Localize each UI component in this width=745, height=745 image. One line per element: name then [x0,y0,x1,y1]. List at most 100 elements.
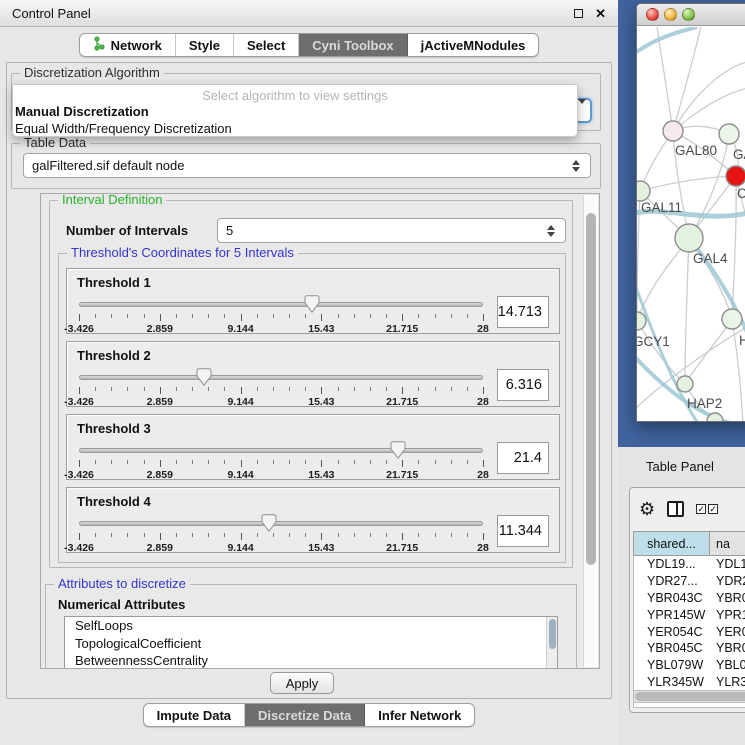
list-scrollbar[interactable] [546,617,557,669]
table-row[interactable]: YDR27...YDR2 [634,573,745,590]
network-node-label: GCY1 [637,334,670,349]
network-node[interactable] [663,121,683,141]
slider-tick-labels: -3.4262.8599.14415.4321.71528 [79,469,483,481]
table-cell[interactable]: YER0 [710,625,745,639]
tab-style[interactable]: Style [176,34,234,56]
table-cell[interactable]: YBR045C [634,641,710,655]
slider-thumb[interactable] [261,514,276,532]
network-node[interactable] [722,309,742,329]
table-cell[interactable]: YBR0 [710,641,745,655]
algorithm-dropdown-popup: Select algorithm to view settings Manual… [12,84,578,137]
dropdown-hint: Select algorithm to view settings [13,85,577,103]
combo-stepper-icon [547,225,557,237]
network-node[interactable] [637,181,650,201]
table-cell[interactable]: YLR345W [634,675,710,689]
table-cell[interactable]: YDL19... [634,557,710,571]
table-cell[interactable]: YBR043C [634,591,710,605]
network-graph[interactable]: GAL80GACGAL11GAL4GCY1HHAP2 [637,27,745,421]
checkbox-icon[interactable]: ✓ [696,504,706,514]
bottom-tab-infer-network[interactable]: Infer Network [365,704,474,726]
zoom-traffic-light[interactable] [682,8,695,21]
columns-icon[interactable] [667,501,684,517]
tab-cyni-toolbox[interactable]: Cyni Toolbox [299,34,407,56]
table-cell[interactable]: YDL1 [710,557,745,571]
dropdown-option-manual[interactable]: Manual Discretization [13,103,577,120]
threshold-2-slider[interactable]: -3.4262.8599.14415.4321.71528 [79,370,483,406]
tab-select[interactable]: Select [234,34,299,56]
threshold-2-panel: Threshold 2 -3.4262.8599.14415.4321.7152… [66,341,560,407]
table-panel: Table Panel ⚙ ✓ ✓ shared...na YDL19...YD… [618,447,745,745]
dropdown-option-equal-width[interactable]: Equal Width/Frequency Discretization [13,120,577,137]
table-data-combobox[interactable]: galFiltered.sif default node [23,153,591,178]
bottom-tab-impute-data[interactable]: Impute Data [144,704,245,726]
tab-network[interactable]: Network [80,34,176,56]
attribute-item-betweennesscentrality[interactable]: BetweennessCentrality [65,652,557,669]
threshold-4-label: Threshold 4 [77,494,151,509]
attribute-item-selfloops[interactable]: SelfLoops [65,617,557,635]
table-cell[interactable]: YBR0 [710,591,745,605]
panel-scrollbar[interactable] [583,195,598,667]
table-row[interactable]: YPR145WYPR1 [634,606,745,623]
column-header-1[interactable]: shared... [633,531,709,556]
gear-icon[interactable]: ⚙ [639,500,655,518]
combo-stepper-icon [572,160,582,172]
threshold-3-slider[interactable]: -3.4262.8599.14415.4321.71528 [79,443,483,479]
slider-track[interactable] [79,448,483,453]
numerical-attributes-list[interactable]: SelfLoopsTopologicalCoefficientBetweenne… [64,616,558,669]
close-traffic-light[interactable] [646,8,659,21]
attribute-item-topologicalcoefficient[interactable]: TopologicalCoefficient [65,635,557,653]
num-intervals-label: Number of Intervals [66,223,188,238]
threshold-1-slider[interactable]: -3.4262.8599.14415.4321.71528 [79,297,483,333]
table-row[interactable]: YBR043CYBR0 [634,590,745,607]
select-columns-icons[interactable]: ✓ ✓ [696,504,718,514]
threshold-4-value-field[interactable]: 11.344 [497,515,549,547]
slider-thumb[interactable] [197,368,212,386]
minimize-traffic-light[interactable] [664,8,677,21]
table-cell[interactable]: YPR145W [634,608,710,622]
network-window[interactable]: GAL80GACGAL11GAL4GCY1HHAP2 [636,3,745,422]
slider-thumb[interactable] [305,295,320,313]
network-canvas[interactable]: GAL80GACGAL11GAL4GCY1HHAP2 [637,27,745,421]
threshold-1-value-field[interactable]: 14.713 [497,296,549,328]
column-header-2[interactable]: na [709,531,745,556]
network-node[interactable] [677,376,693,392]
slider-track[interactable] [79,521,483,526]
close-icon[interactable]: ✕ [595,7,606,20]
threshold-4-slider[interactable]: -3.4262.8599.14415.4321.71528 [79,516,483,552]
table-row[interactable]: YER054CYER0 [634,623,745,640]
table-cell[interactable]: YDR2 [710,574,745,588]
float-window-icon[interactable] [574,9,583,18]
horizontal-scrollbar[interactable] [633,690,745,703]
slider-ticks [79,532,483,541]
bottom-tab-discretize-data[interactable]: Discretize Data [245,704,365,726]
apply-button[interactable]: Apply [270,672,334,694]
threshold-3-value-field[interactable]: 21.4 [497,442,549,474]
network-icon [93,36,106,54]
slider-track[interactable] [79,375,483,380]
table-rows: YDL19...YDL1YDR27...YDR2YBR043CYBR0YPR14… [633,556,745,708]
network-node[interactable] [726,166,745,186]
network-node[interactable] [675,224,703,252]
table-cell[interactable]: YDR27... [634,574,710,588]
network-node[interactable] [719,124,739,144]
network-edge [732,176,736,319]
table-panel-body: ⚙ ✓ ✓ shared...na YDL19...YDL1YDR27...YD… [629,487,745,713]
panel-title: Control Panel [12,6,91,21]
table-cell[interactable]: YER054C [634,625,710,639]
checkbox-icon[interactable]: ✓ [708,504,718,514]
threshold-2-value-field[interactable]: 6.316 [497,369,549,401]
slider-thumb[interactable] [391,441,406,459]
table-cell[interactable]: YBL079W [634,658,710,672]
table-row[interactable]: YDL19...YDL1 [634,556,745,573]
table-row[interactable]: YBL079WYBL0 [634,657,745,674]
table-row[interactable]: YLR345WYLR3 [634,674,745,691]
desktop-background: GAL80GACGAL11GAL4GCY1HHAP2 [618,0,745,447]
table-cell[interactable]: YPR1 [710,608,745,622]
control-panel: Control Panel ✕ NetworkStyleSelectCyni T… [0,0,618,745]
table-row[interactable]: YBR045CYBR0 [634,640,745,657]
num-intervals-combobox[interactable]: 5 [217,218,566,243]
table-cell[interactable]: YBL0 [710,658,745,672]
table-cell[interactable]: YLR3 [710,675,745,689]
tab-jactivemnodules[interactable]: jActiveMNodules [408,34,539,56]
slider-track[interactable] [79,302,483,307]
